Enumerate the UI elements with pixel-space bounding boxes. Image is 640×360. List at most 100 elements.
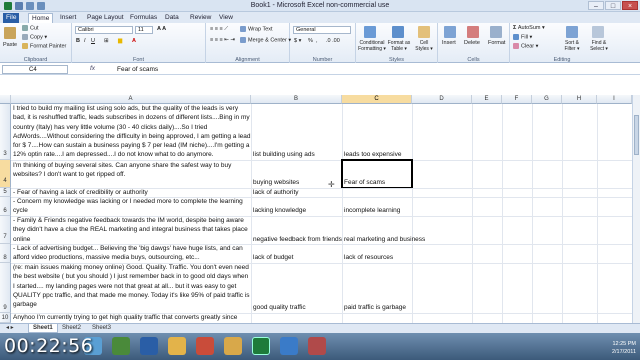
- excel-taskbar-icon[interactable]: [252, 337, 270, 355]
- maximize-button[interactable]: □: [605, 1, 621, 10]
- italic-button[interactable]: I: [84, 38, 86, 45]
- skype-icon[interactable]: [280, 337, 298, 355]
- tab-page-layout[interactable]: Page Layout: [84, 13, 127, 23]
- cell-c8[interactable]: lack of resources: [344, 253, 412, 262]
- insert-button[interactable]: Insert: [442, 40, 456, 47]
- formula-input[interactable]: Fear of scams: [117, 65, 158, 74]
- column-header-e[interactable]: E: [472, 95, 502, 104]
- cell-b5[interactable]: lack of authority: [253, 188, 341, 197]
- format-button[interactable]: Format: [488, 40, 505, 47]
- column-header-f[interactable]: F: [502, 95, 532, 104]
- number-format-combo[interactable]: General: [293, 26, 351, 34]
- cell-c6[interactable]: incomplete learning: [344, 206, 412, 215]
- scrollbar-thumb[interactable]: [634, 115, 639, 155]
- sort-filter-button[interactable]: Sort & Filter ▾: [560, 40, 584, 52]
- clear-button[interactable]: Clear ▾: [513, 43, 538, 50]
- cell-a9[interactable]: (re: main issues making money online) Go…: [13, 263, 251, 313]
- row-header-9[interactable]: 9: [0, 263, 11, 313]
- cell-c9[interactable]: paid traffic is garbage: [344, 303, 412, 312]
- row-header-8[interactable]: 8: [0, 244, 11, 263]
- fill-color-button[interactable]: ▆: [118, 38, 122, 45]
- decimal-buttons[interactable]: .0 .00: [326, 38, 340, 45]
- wrap-text-button[interactable]: Wrap Text: [240, 26, 273, 33]
- autosum-button[interactable]: Σ AutoSum ▾: [513, 25, 545, 32]
- align-top-buttons[interactable]: ≡ ≡ ≡ ⟋: [210, 26, 228, 33]
- close-button[interactable]: ×: [622, 1, 638, 10]
- cut-button[interactable]: Cut: [22, 25, 39, 32]
- app-icon[interactable]: [196, 337, 214, 355]
- cell-c3[interactable]: leads too expensive: [344, 150, 412, 159]
- cell-b8[interactable]: lack of budget: [253, 253, 341, 262]
- bold-button[interactable]: B: [76, 38, 80, 45]
- row-header-5[interactable]: 5: [0, 188, 11, 197]
- camtasia-icon[interactable]: [224, 337, 242, 355]
- sheet-nav-buttons[interactable]: ◂ ▸: [2, 324, 18, 333]
- format-painter-button[interactable]: Format Painter: [22, 43, 66, 50]
- column-header-b[interactable]: B: [251, 95, 342, 104]
- column-header-a[interactable]: A: [11, 95, 251, 104]
- sheet-tab-2[interactable]: Sheet2: [58, 324, 85, 333]
- vertical-scrollbar[interactable]: [632, 95, 640, 323]
- row-header-4[interactable]: 4: [0, 160, 11, 188]
- recorder-icon[interactable]: [308, 337, 326, 355]
- tab-formulas[interactable]: Formulas: [127, 13, 160, 23]
- word-icon[interactable]: [140, 337, 158, 355]
- cell-b3[interactable]: list building using ads: [253, 150, 341, 159]
- function-icon[interactable]: fx: [90, 65, 95, 72]
- font-color-button[interactable]: A: [132, 38, 136, 45]
- tab-review[interactable]: Review: [187, 13, 214, 23]
- find-select-button[interactable]: Find & Select ▾: [586, 40, 612, 52]
- fill-button[interactable]: Fill ▾: [513, 34, 532, 41]
- editing-group: Σ AutoSum ▾ Fill ▾ Clear ▾ Sort & Filter…: [510, 23, 614, 63]
- media-icon[interactable]: [112, 337, 130, 355]
- grow-font-button[interactable]: A A: [157, 26, 166, 33]
- cell-a3[interactable]: I tried to build my mailing list using s…: [13, 104, 251, 160]
- column-header-g[interactable]: G: [532, 95, 562, 104]
- cell-a4[interactable]: I'm thinking of buying several sites. Ca…: [13, 161, 251, 188]
- sheet-tab-1[interactable]: Sheet1: [28, 324, 58, 333]
- cell-a10[interactable]: Anyhoo I'm currently trying to get high …: [13, 313, 251, 323]
- sheet-tab-3[interactable]: Sheet3: [88, 324, 115, 333]
- copy-button[interactable]: Copy ▾: [22, 34, 47, 41]
- borders-button[interactable]: ⊞: [104, 38, 109, 45]
- percent-button[interactable]: %: [308, 38, 313, 45]
- tab-data[interactable]: Data: [162, 13, 182, 23]
- underline-button[interactable]: U: [91, 38, 95, 45]
- delete-button[interactable]: Delete: [464, 40, 480, 47]
- conditional-formatting-button[interactable]: Conditional Formatting ▾: [358, 40, 386, 52]
- cell-a6[interactable]: - Concern my knowledge was lacking or I …: [13, 197, 251, 216]
- tab-insert[interactable]: Insert: [57, 13, 79, 23]
- tab-view[interactable]: View: [216, 13, 236, 23]
- cell-b9[interactable]: good quality traffic: [253, 303, 341, 312]
- cell-b7[interactable]: negative feedback from friends: [253, 235, 342, 244]
- currency-button[interactable]: $ ▾: [294, 38, 301, 45]
- tab-file[interactable]: File: [3, 13, 20, 23]
- select-all-corner[interactable]: [0, 95, 11, 104]
- font-name-combo[interactable]: Calibri: [75, 26, 133, 34]
- tab-home[interactable]: Home: [28, 13, 54, 23]
- folder-icon[interactable]: [168, 337, 186, 355]
- column-header-h[interactable]: H: [562, 95, 597, 104]
- cell-a7[interactable]: - Family & Friends negative feedback tow…: [13, 216, 251, 244]
- cell-a5[interactable]: - Fear of having a lack of credibility o…: [13, 188, 251, 197]
- cell-styles-button[interactable]: Cell Styles ▾: [413, 40, 435, 52]
- row-header-6[interactable]: 6: [0, 197, 11, 216]
- cell-c7[interactable]: real marketing and business: [344, 235, 432, 244]
- font-size-combo[interactable]: 11: [135, 26, 153, 34]
- cell-b6[interactable]: lacking knowledge: [253, 206, 341, 215]
- column-header-c[interactable]: C: [342, 95, 412, 104]
- paste-button[interactable]: Paste: [3, 42, 17, 49]
- column-header-d[interactable]: D: [412, 95, 472, 104]
- row-header-7[interactable]: 7: [0, 216, 11, 244]
- format-as-table-button[interactable]: Format as Table ▾: [386, 40, 412, 52]
- comma-button[interactable]: ,: [316, 38, 318, 45]
- row-header-10[interactable]: 10: [0, 313, 11, 323]
- cell-a8[interactable]: - Lack of advertising budget... Believin…: [13, 244, 251, 263]
- row-header-3[interactable]: 3: [0, 104, 11, 160]
- paste-icon[interactable]: [4, 27, 16, 39]
- merge-center-button[interactable]: Merge & Center ▾: [240, 37, 291, 44]
- align-left-buttons[interactable]: ≡ ≡ ≡ ⇤ ⇥: [210, 37, 235, 44]
- minimize-button[interactable]: –: [588, 1, 604, 10]
- name-box[interactable]: C4: [2, 65, 68, 74]
- column-header-i[interactable]: I: [597, 95, 632, 104]
